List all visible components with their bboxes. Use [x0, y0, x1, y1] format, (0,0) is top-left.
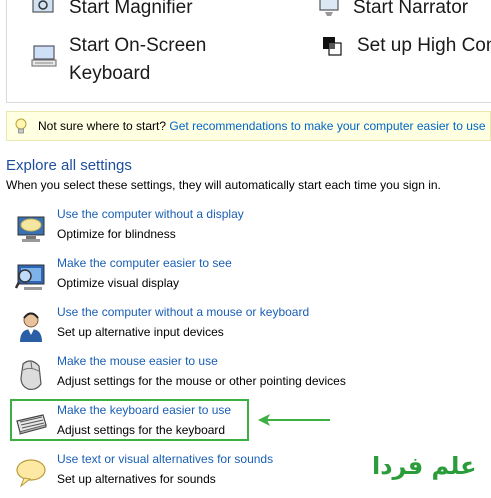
setup-high-contrast-link[interactable]: Set up High Con — [357, 32, 491, 60]
mouse-icon — [20, 360, 42, 391]
arrow-left-icon — [258, 414, 330, 426]
get-recommendations-link[interactable]: Get recommendations to make your compute… — [169, 119, 485, 133]
setting-description: Set up alternatives for sounds — [57, 472, 216, 486]
tip-text: Not sure where to start? Get recommendat… — [38, 112, 486, 140]
explore-description: When you select these settings, they wil… — [6, 178, 441, 192]
setting-description: Optimize for blindness — [57, 227, 176, 241]
setting-link[interactable]: Use the computer without a display — [57, 207, 244, 221]
recommendation-tip-bar: Not sure where to start? Get recommendat… — [6, 111, 491, 141]
setting-description: Adjust settings for the mouse or other p… — [57, 374, 346, 388]
setting-item[interactable]: Make the computer easier to see Optimize… — [0, 256, 491, 300]
quick-access-panel: Start Magnifier Start Narrator Start On-… — [6, 0, 491, 103]
setting-link[interactable]: Use text or visual alternatives for soun… — [57, 452, 273, 466]
setting-item[interactable]: Use the computer without a mouse or keyb… — [0, 305, 491, 349]
headset-person-icon — [20, 312, 42, 342]
magnifier-monitor-icon — [14, 264, 45, 290]
setting-link[interactable]: Use the computer without a mouse or keyb… — [57, 305, 309, 319]
start-narrator-link[interactable]: Start Narrator — [353, 0, 468, 22]
setting-description: Optimize visual display — [57, 276, 180, 290]
onscreen-keyboard-icon — [31, 45, 57, 67]
lightbulb-icon — [15, 118, 27, 134]
speech-bubble-icon — [16, 459, 46, 488]
narrator-icon — [319, 0, 339, 16]
start-magnifier-link[interactable]: Start Magnifier — [69, 0, 193, 22]
setting-link[interactable]: Make the mouse easier to use — [57, 354, 218, 368]
explore-all-settings-heading: Explore all settings — [6, 157, 132, 174]
high-contrast-icon — [323, 37, 342, 56]
watermark-logo: علم فردا — [372, 452, 477, 480]
setting-item[interactable]: Make the mouse easier to use Adjust sett… — [0, 354, 491, 398]
start-onscreen-keyboard-link-line2[interactable]: Keyboard — [69, 60, 150, 88]
setting-link[interactable]: Make the computer easier to see — [57, 256, 232, 270]
magnifier-icon — [32, 0, 54, 13]
highlight-box — [10, 399, 249, 441]
setting-item[interactable]: Use the computer without a display Optim… — [0, 207, 491, 251]
display-icon — [17, 216, 45, 242]
setting-description: Set up alternative input devices — [57, 325, 224, 339]
start-onscreen-keyboard-link[interactable]: Start On-Screen — [69, 32, 206, 60]
tip-prefix: Not sure where to start? — [38, 119, 167, 133]
